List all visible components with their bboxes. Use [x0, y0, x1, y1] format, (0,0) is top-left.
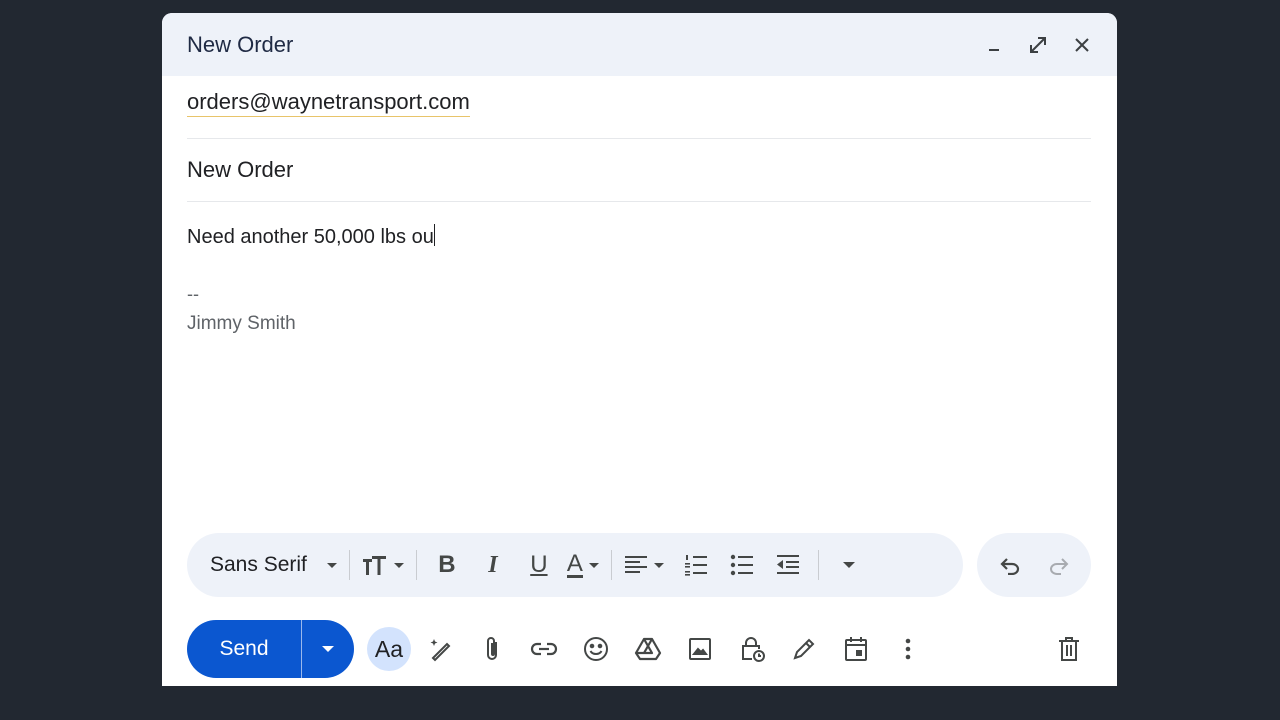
text-size-icon	[362, 553, 388, 577]
subject-input[interactable]: New Order	[187, 157, 293, 183]
toolbar-divider	[415, 550, 417, 580]
emoji-icon	[582, 635, 610, 663]
chevron-down-icon	[322, 646, 334, 652]
compose-tools: Aa	[367, 626, 931, 672]
undo-button[interactable]	[992, 547, 1028, 583]
attach-files-button[interactable]	[469, 626, 515, 672]
undo-redo-group	[977, 533, 1091, 597]
drive-icon	[634, 636, 662, 662]
trash-icon	[1058, 636, 1080, 662]
formatting-toolbar: Sans Serif B I U A	[187, 533, 963, 597]
text-color-select[interactable]: A	[566, 549, 599, 578]
chevron-down-icon	[653, 562, 664, 568]
toolbar-divider	[348, 550, 350, 580]
subject-field[interactable]: New Order	[187, 139, 1091, 202]
more-options-button[interactable]	[885, 626, 931, 672]
bulleted-list-icon	[730, 554, 754, 576]
text-color-icon: A	[566, 549, 583, 578]
expand-icon[interactable]	[1027, 34, 1049, 56]
indent-less-icon	[776, 554, 800, 576]
bulleted-list-button[interactable]	[724, 547, 760, 583]
set-up-time-button[interactable]	[833, 626, 879, 672]
schedule-send-dropdown[interactable]	[302, 646, 354, 652]
paperclip-icon	[483, 635, 501, 663]
chevron-down-icon	[588, 562, 599, 568]
indent-less-button[interactable]	[770, 547, 806, 583]
window-controls	[983, 34, 1093, 56]
formatting-options-icon: Aa	[374, 635, 404, 662]
calendar-icon	[843, 635, 869, 663]
text-caret	[433, 224, 435, 246]
image-icon	[688, 637, 712, 661]
underline-button[interactable]: U	[521, 547, 557, 583]
to-field[interactable]: orders@waynetransport.com	[187, 76, 1091, 139]
send-button[interactable]: Send	[187, 637, 301, 661]
close-icon[interactable]	[1071, 34, 1093, 56]
font-size-select[interactable]	[362, 553, 404, 577]
insert-signature-button[interactable]	[781, 626, 827, 672]
insert-link-button[interactable]	[521, 626, 567, 672]
redo-button[interactable]	[1041, 547, 1077, 583]
discard-draft-button[interactable]	[1046, 626, 1092, 672]
chevron-down-icon	[393, 562, 404, 568]
insert-photo-button[interactable]	[677, 626, 723, 672]
compose-window: New Order orders@waynetransport.com New …	[162, 13, 1117, 686]
formatting-options-button[interactable]: Aa	[367, 627, 411, 671]
font-family-select[interactable]: Sans Serif	[210, 553, 337, 577]
chevron-down-icon	[326, 562, 337, 568]
compose-title: New Order	[187, 31, 294, 57]
message-body[interactable]: Need another 50,000 lbs ou -- Jimmy Smit…	[162, 202, 1117, 335]
bold-button[interactable]: B	[429, 547, 465, 583]
confidential-mode-button[interactable]	[729, 626, 775, 672]
help-me-write-button[interactable]	[417, 626, 463, 672]
magic-pen-icon	[427, 636, 453, 662]
send-button-group: Send	[187, 620, 354, 678]
italic-icon: I	[488, 551, 498, 578]
underline-icon: U	[530, 551, 548, 578]
numbered-list-button[interactable]	[678, 547, 714, 583]
italic-button[interactable]: I	[475, 547, 511, 583]
toolbar-divider	[610, 550, 612, 580]
toolbar-divider	[817, 550, 819, 580]
lock-clock-icon	[738, 635, 766, 663]
more-vert-icon	[905, 638, 911, 660]
signature-name: Jimmy Smith	[187, 313, 296, 334]
insert-emoji-button[interactable]	[573, 626, 619, 672]
body-text: Need another 50,000 lbs ou	[187, 226, 434, 248]
font-family-label: Sans Serif	[210, 553, 307, 576]
redo-icon	[1048, 555, 1070, 575]
compose-actions-bar: Send Aa	[187, 620, 1092, 678]
numbered-list-icon	[684, 554, 708, 576]
align-left-icon	[624, 554, 648, 576]
bold-icon: B	[438, 551, 456, 578]
insert-drive-file-button[interactable]	[625, 626, 671, 672]
more-formatting-button[interactable]	[831, 547, 867, 583]
chevron-down-icon	[842, 562, 855, 568]
minimize-icon[interactable]	[983, 34, 1005, 56]
compose-titlebar[interactable]: New Order	[162, 13, 1117, 76]
signature-separator: --	[187, 284, 199, 304]
undo-icon	[999, 555, 1021, 575]
link-icon	[530, 641, 558, 657]
pen-icon	[791, 636, 817, 662]
recipient-chip[interactable]: orders@waynetransport.com	[187, 89, 470, 117]
align-select[interactable]	[624, 554, 664, 576]
